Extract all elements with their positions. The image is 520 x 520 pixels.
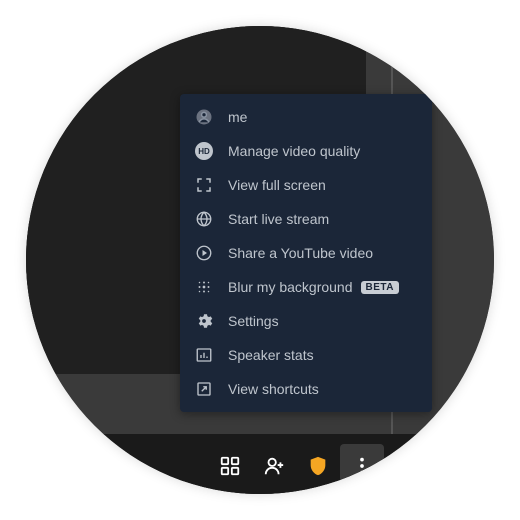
menu-label: Start live stream: [228, 211, 329, 227]
menu-item-fullscreen[interactable]: View full screen: [180, 168, 432, 202]
menu-item-blur-background[interactable]: Blur my background BETA: [180, 270, 432, 304]
menu-item-speaker-stats[interactable]: Speaker stats: [180, 338, 432, 372]
security-button[interactable]: [296, 444, 340, 488]
menu-item-settings[interactable]: Settings: [180, 304, 432, 338]
menu-label: View shortcuts: [228, 381, 319, 397]
gear-icon: [194, 311, 214, 331]
stats-icon: [194, 345, 214, 365]
menu-item-live-stream[interactable]: Start live stream: [180, 202, 432, 236]
menu-label: Manage video quality: [228, 143, 360, 159]
app-window: me HD Manage video quality View full scr…: [26, 26, 494, 494]
globe-icon: [194, 209, 214, 229]
menu-item-profile[interactable]: me: [180, 100, 432, 134]
menu-label: me: [228, 109, 247, 125]
menu-item-video-quality[interactable]: HD Manage video quality: [180, 134, 432, 168]
hd-icon: HD: [194, 141, 214, 161]
user-icon: [194, 107, 214, 127]
external-link-icon: [194, 379, 214, 399]
menu-label: Blur my background: [228, 279, 353, 295]
menu-label: Speaker stats: [228, 347, 314, 363]
invite-button[interactable]: [252, 444, 296, 488]
menu-item-share-youtube[interactable]: Share a YouTube video: [180, 236, 432, 270]
menu-label: View full screen: [228, 177, 326, 193]
more-actions-menu: me HD Manage video quality View full scr…: [180, 94, 432, 412]
blur-icon: [194, 277, 214, 297]
menu-label: Share a YouTube video: [228, 245, 373, 261]
fullscreen-icon: [194, 175, 214, 195]
more-button[interactable]: [340, 444, 384, 488]
viewport-circle: me HD Manage video quality View full scr…: [26, 26, 494, 494]
play-icon: [194, 243, 214, 263]
menu-item-shortcuts[interactable]: View shortcuts: [180, 372, 432, 406]
bottom-toolbar: [26, 434, 494, 494]
menu-label: Settings: [228, 313, 279, 329]
beta-badge: BETA: [361, 281, 399, 294]
tile-view-button[interactable]: [208, 444, 252, 488]
